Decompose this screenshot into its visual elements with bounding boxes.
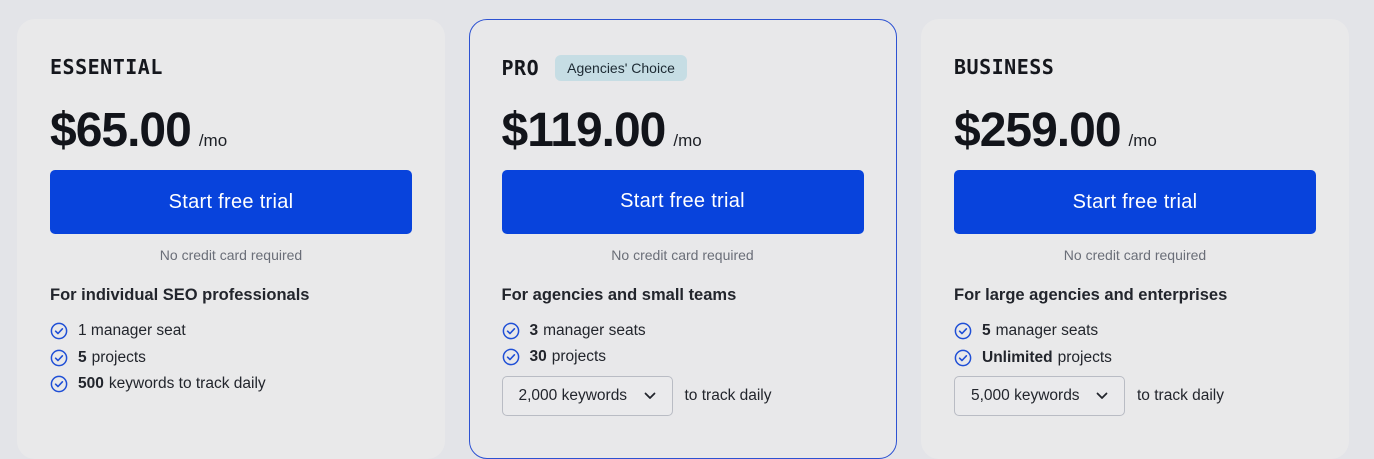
check-circle-icon [954, 349, 972, 367]
feature-value: 3 [529, 321, 539, 339]
chevron-down-icon [644, 392, 655, 399]
keywords-select[interactable]: 5,000 keywords [954, 376, 1125, 416]
feature-item: 500 keywords to track daily [50, 371, 266, 398]
price-period: /mo [198, 131, 228, 150]
feature-text: manager seats [543, 321, 646, 339]
feature-value: 5 [78, 348, 87, 366]
plan-audience: For large agencies and enterprises [954, 286, 1228, 304]
check-circle-icon [50, 375, 68, 393]
feature-item: 1 manager seat [50, 318, 266, 345]
plan-audience: For agencies and small teams [501, 285, 737, 304]
feature-value: 500 [78, 375, 104, 393]
feature-text: projects [1057, 348, 1112, 366]
plan-name: ESSENTIAL [50, 55, 163, 79]
start-free-trial-button[interactable]: Start free trial [50, 170, 412, 234]
price-period: /mo [673, 130, 702, 150]
keywords-suffix: to track daily [684, 386, 772, 404]
no-credit-card-note: No credit card required [159, 247, 303, 263]
feature-list: 1 manager seat 5 projects 500 keywords t… [50, 318, 266, 398]
feature-list: 3 manager seats 30 projects [502, 318, 646, 371]
check-circle-icon [502, 322, 519, 340]
feature-text: keywords to track daily [108, 375, 266, 393]
plan-card-essential: ESSENTIAL $65.00 /mo Start free trial No… [17, 19, 445, 459]
check-circle-icon [954, 322, 972, 340]
keywords-select-value: 2,000 keywords [518, 386, 628, 404]
plan-name: PRO [501, 55, 540, 80]
start-free-trial-button[interactable]: Start free trial [954, 170, 1316, 234]
chevron-down-icon [1096, 392, 1108, 399]
feature-value: 5 [982, 322, 991, 340]
price-period: /mo [1128, 131, 1157, 150]
keywords-row: 2,000 keywords to track daily [501, 375, 772, 416]
keywords-suffix: to track daily [1137, 387, 1225, 404]
keywords-select[interactable]: 2,000 keywords [501, 375, 673, 416]
check-circle-icon [502, 348, 519, 366]
feature-text: manager seats [995, 322, 1099, 340]
plan-price: $65.00 [50, 104, 192, 157]
feature-text: projects [91, 348, 146, 366]
keywords-row: 5,000 keywords to track daily [954, 376, 1224, 416]
start-free-trial-button[interactable]: Start free trial [501, 169, 864, 234]
plan-price: $119.00 [501, 103, 667, 157]
feature-text: projects [551, 348, 607, 366]
plan-price: $259.00 [954, 104, 1122, 157]
plan-card-business: BUSINESS $259.00 /mo Start free trial No… [921, 19, 1349, 459]
no-credit-card-note: No credit card required [611, 246, 754, 263]
agencies-choice-badge: Agencies' Choice [555, 54, 687, 81]
feature-value: Unlimited [982, 348, 1053, 366]
check-circle-icon [50, 349, 68, 367]
feature-item: 5 projects [50, 345, 266, 372]
feature-item: Unlimited projects [954, 345, 1112, 372]
plan-audience: For individual SEO professionals [50, 286, 310, 304]
feature-item: 30 projects [502, 344, 646, 371]
plan-name: BUSINESS [954, 55, 1055, 79]
no-credit-card-note: No credit card required [1063, 247, 1207, 263]
keywords-select-value: 5,000 keywords [971, 387, 1080, 404]
feature-list: 5 manager seats Unlimited projects [954, 318, 1112, 371]
feature-text: 1 manager seat [78, 322, 186, 340]
plan-card-pro: PRO Agencies' Choice $119.00 /mo Start f… [469, 19, 897, 459]
feature-item: 5 manager seats [954, 318, 1112, 345]
feature-value: 30 [529, 348, 547, 366]
check-circle-icon [50, 322, 68, 340]
feature-item: 3 manager seats [502, 318, 646, 345]
